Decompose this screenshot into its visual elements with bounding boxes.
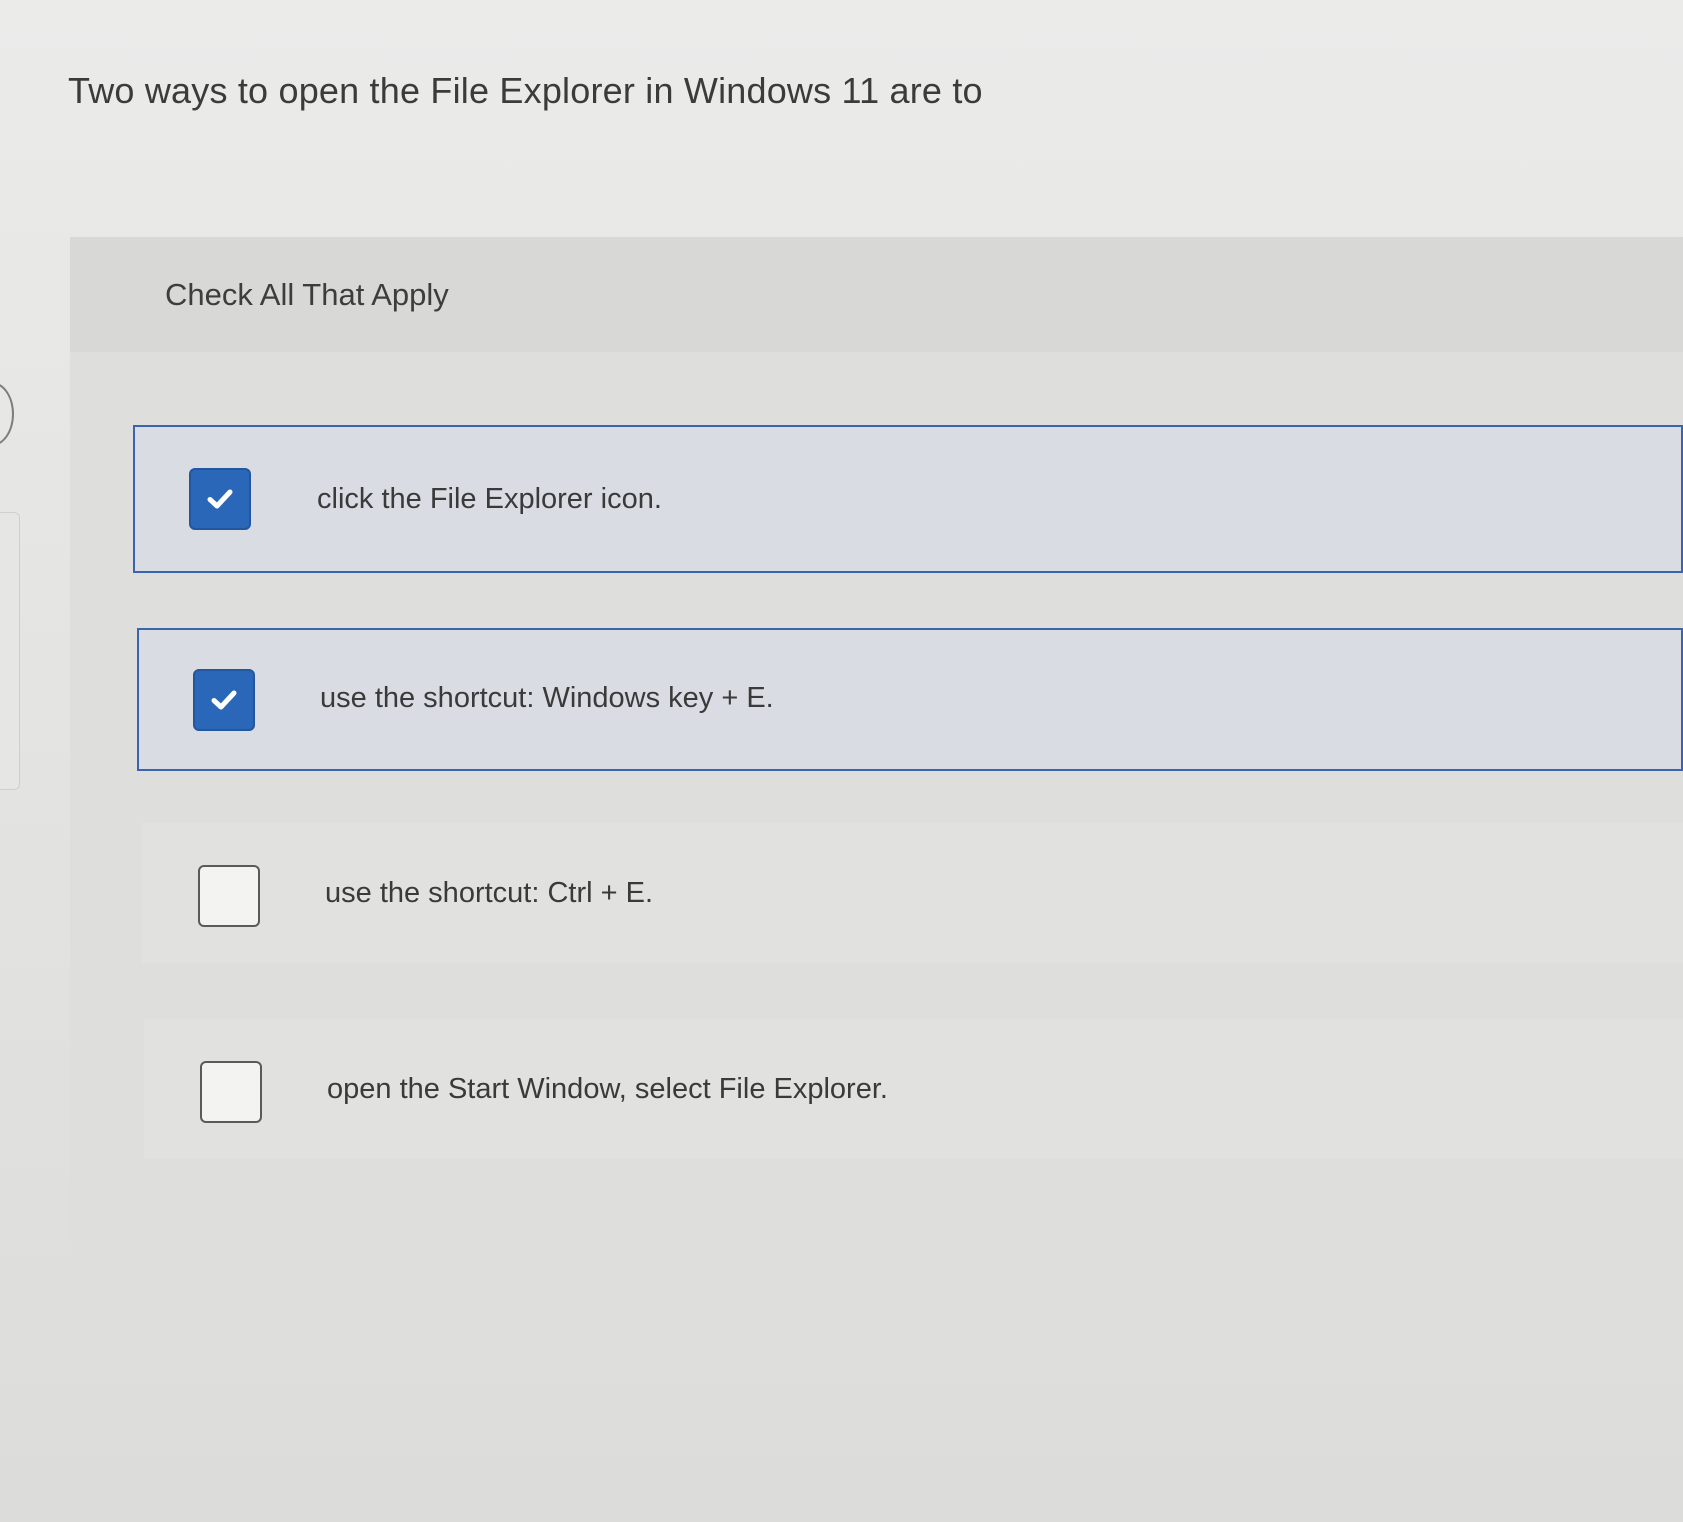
option-label: click the File Explorer icon. — [317, 483, 662, 515]
checkmark-icon — [211, 690, 237, 710]
option-3[interactable]: use the shortcut: Ctrl + E. — [142, 823, 1683, 963]
option-label: open the Start Window, select File Explo… — [327, 1073, 888, 1105]
answer-panel: Check All That Apply click the File Expl… — [70, 237, 1683, 1282]
checkbox-2[interactable] — [193, 669, 255, 731]
panel-header: Check All That Apply — [70, 237, 1683, 352]
checkbox-4[interactable] — [200, 1061, 262, 1123]
question-text: Two ways to open the File Explorer in Wi… — [68, 70, 983, 111]
option-2[interactable]: use the shortcut: Windows key + E. — [137, 628, 1683, 771]
checkbox-1[interactable] — [189, 468, 251, 530]
checkbox-3[interactable] — [198, 865, 260, 927]
partial-side-tab — [0, 512, 20, 790]
option-1[interactable]: click the File Explorer icon. — [133, 425, 1683, 573]
option-label: use the shortcut: Windows key + E. — [320, 682, 774, 714]
option-label: use the shortcut: Ctrl + E. — [325, 877, 654, 909]
option-4[interactable]: open the Start Window, select File Explo… — [144, 1019, 1683, 1159]
checkmark-icon — [207, 489, 233, 509]
instructions-label: Check All That Apply — [165, 277, 449, 312]
partial-arc-decoration — [0, 382, 14, 446]
